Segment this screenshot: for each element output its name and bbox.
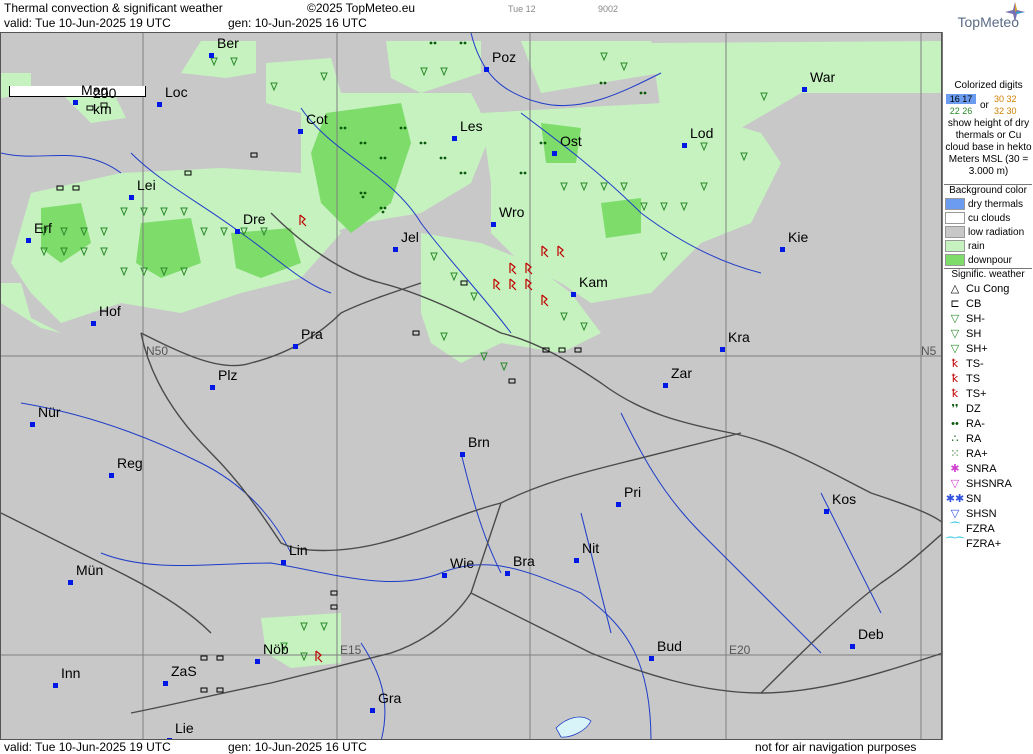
background-legend-title: Background color bbox=[949, 185, 1027, 196]
legend-item-dry-thermals: dry thermals bbox=[944, 197, 1032, 211]
legend-item-snra: ✱ SNRA bbox=[944, 461, 1032, 476]
legend-item-fzra-heavy: ⁀⁀ FZRA+ bbox=[944, 536, 1032, 551]
weather-legend-title: Signific. weather bbox=[951, 269, 1025, 280]
legend-item-ra: ∴ RA bbox=[944, 431, 1032, 446]
map-code: 9002 bbox=[598, 4, 619, 14]
shower-heavy-icon: ▽ bbox=[950, 343, 960, 355]
legend-item-cu-clouds: cu clouds bbox=[944, 211, 1032, 225]
footer: valid: Tue 10-Jun-2025 19 UTC gen: 10-Ju… bbox=[0, 740, 1033, 754]
legend-item-ts-heavy: ꝁ TS+ bbox=[944, 386, 1032, 401]
legend-item-cu-cong: △ Cu Cong bbox=[944, 281, 1032, 296]
grid-label-e20: E20 bbox=[729, 643, 751, 657]
snow-icon: ✱✱ bbox=[945, 493, 965, 505]
generated-time: gen: 10-Jun-2025 16 UTC bbox=[228, 16, 367, 30]
rain-heavy-icon: ⁙ bbox=[950, 448, 960, 460]
legend-item-ts: ꝁ TS bbox=[944, 371, 1032, 386]
legend-digit-examples: 16 17 22 26 or 30 32 32 30 bbox=[946, 94, 1033, 118]
legend-digits-description: show height of dry thermals or Cu cloud … bbox=[945, 118, 1032, 177]
background-legend: Background color dry thermals cu clouds … bbox=[944, 184, 1032, 267]
digit-example-or: or bbox=[980, 100, 989, 111]
legend-item-shsn: ▽ SHSN bbox=[944, 506, 1032, 521]
legend-item-dz: ❜❜ DZ bbox=[944, 401, 1032, 416]
legend-item-downpour: downpour bbox=[944, 253, 1032, 267]
legend-item-ra-heavy: ⁙ RA+ bbox=[944, 446, 1032, 461]
weather-map[interactable]: 200 km N50 N5 E15 E20 Ber Poz War Mag Lo… bbox=[0, 32, 942, 740]
legend-item-fzra: ⁀ FZRA bbox=[944, 521, 1032, 536]
legend-panel: Colorized digits 16 17 22 26 or 30 32 32… bbox=[942, 32, 1033, 740]
snow-rain-icon: ✱ bbox=[950, 463, 960, 475]
thunderstorm-icon: ꝁ bbox=[951, 373, 959, 385]
cb-icon: ⊏ bbox=[950, 298, 960, 310]
freezing-rain-heavy-icon: ⁀⁀ bbox=[946, 538, 964, 550]
digit-example-cu: 22 26 bbox=[946, 106, 976, 116]
grid-label-n5: N5 bbox=[921, 344, 937, 358]
footer-generated-time: gen: 10-Jun-2025 16 UTC bbox=[228, 740, 367, 754]
digit-example-high-2: 32 30 bbox=[994, 106, 1017, 116]
grid-label-e15: E15 bbox=[340, 643, 362, 657]
legend-item-rain: rain bbox=[944, 239, 1032, 253]
digit-example-dry: 16 17 bbox=[946, 94, 976, 104]
legend-item-sh-heavy: ▽ SH+ bbox=[944, 341, 1032, 356]
weather-legend: Signific. weather △ Cu Cong ⊏ CB ▽ SH- ▽ SH … bbox=[944, 268, 1032, 551]
header: Thermal convection & significant weather… bbox=[0, 0, 1033, 32]
logo-text: TopMeteo bbox=[957, 14, 1019, 30]
thunderstorm-light-icon: ꝁ bbox=[951, 358, 959, 370]
shower-icon: ▽ bbox=[950, 328, 960, 340]
valid-time: valid: Tue 10-Jun-2025 19 UTC bbox=[4, 16, 171, 30]
footer-disclaimer: not for air navigation purposes bbox=[755, 740, 917, 754]
drizzle-icon: ❜❜ bbox=[951, 403, 959, 415]
legend-item-sh-light: ▽ SH- bbox=[944, 311, 1032, 326]
freezing-rain-icon: ⁀ bbox=[950, 523, 960, 535]
thunderstorm-heavy-icon: ꝁ bbox=[951, 388, 959, 400]
grid-label-n50: N50 bbox=[146, 344, 169, 358]
legend-item-sh: ▽ SH bbox=[944, 326, 1032, 341]
digit-example-high-1: 30 32 bbox=[994, 94, 1017, 104]
legend-item-sn: ✱✱ SN bbox=[945, 492, 982, 506]
snow-shower-icon: ▽ bbox=[950, 508, 960, 520]
legend-digits-title: Colorized digits bbox=[954, 80, 1023, 91]
rain-light-icon: •• bbox=[951, 417, 959, 430]
topmeteo-logo[interactable]: TopMeteo bbox=[930, 2, 1025, 30]
cu-cong-icon: △ bbox=[950, 283, 960, 295]
legend-item-ra-light: •• RA- bbox=[944, 416, 1032, 431]
rain-icon: ∴ bbox=[951, 433, 959, 445]
day-tag: Tue 12 bbox=[508, 4, 536, 14]
map-canvas bbox=[1, 33, 941, 739]
footer-valid-time: valid: Tue 10-Jun-2025 19 UTC bbox=[4, 740, 171, 754]
copyright: ©2025 TopMeteo.eu bbox=[307, 1, 416, 15]
legend-item-ts-light: ꝁ TS- bbox=[944, 356, 1032, 371]
shower-light-icon: ▽ bbox=[950, 313, 960, 325]
snow-rain-shower-icon: ▽ bbox=[950, 478, 960, 490]
legend-item-shsnra: ▽ SHSNRA bbox=[944, 476, 1032, 491]
legend-item-low-radiation: low radiation bbox=[944, 225, 1032, 239]
legend-item-cb: ⊏ CB bbox=[944, 296, 1032, 311]
map-title: Thermal convection & significant weather bbox=[4, 1, 223, 15]
